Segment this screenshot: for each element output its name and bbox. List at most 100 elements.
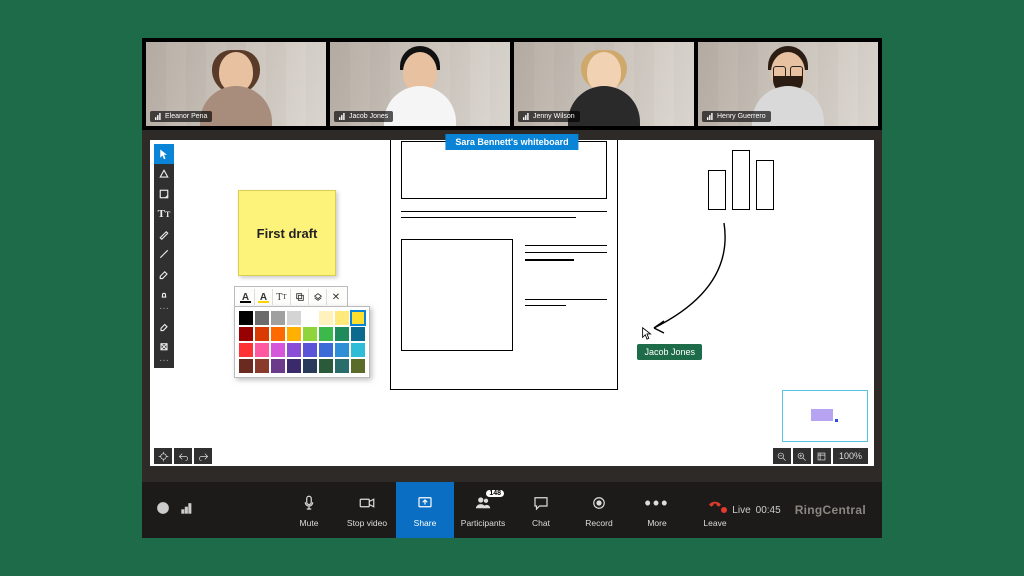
record-button[interactable]: Record [570, 482, 628, 538]
control-label: Share [414, 518, 437, 528]
info-icon[interactable] [156, 501, 170, 520]
color-swatch[interactable] [271, 327, 285, 341]
tool-rail-more[interactable]: ··· [154, 356, 174, 368]
arrow-sketch[interactable] [634, 218, 744, 338]
recenter-button[interactable] [154, 448, 172, 464]
mute-button[interactable]: Mute [280, 482, 338, 538]
control-label: Chat [532, 518, 550, 528]
text-color-button[interactable]: A [237, 289, 255, 305]
font-size-button[interactable]: TT [273, 289, 291, 305]
color-swatch[interactable] [335, 343, 349, 357]
color-swatch[interactable] [351, 327, 365, 341]
wireframe-document[interactable] [390, 140, 618, 390]
layer-button[interactable] [309, 289, 327, 305]
color-swatch[interactable] [271, 359, 285, 373]
stamp-tool[interactable] [154, 284, 174, 304]
color-swatch[interactable] [255, 343, 269, 357]
bar-chart-sketch[interactable] [708, 146, 774, 210]
highlighter-tool[interactable] [154, 264, 174, 284]
color-swatch[interactable] [303, 327, 317, 341]
color-swatch[interactable] [351, 311, 365, 325]
color-swatch[interactable] [319, 359, 333, 373]
zoom-fit-button[interactable] [813, 448, 831, 464]
remote-cursor [640, 326, 654, 345]
participant-nameplate: Henry Guerrero [702, 111, 771, 122]
color-swatch[interactable] [319, 311, 333, 325]
color-swatch[interactable] [287, 311, 301, 325]
redo-button[interactable] [194, 448, 212, 464]
signal-icon [155, 113, 162, 120]
color-swatch[interactable] [319, 327, 333, 341]
participants-count-badge: 148 [486, 490, 504, 497]
stop-video-button[interactable]: Stop video [338, 482, 396, 538]
color-swatch[interactable] [271, 343, 285, 357]
chat-button[interactable]: Chat [512, 482, 570, 538]
zoom-in-button[interactable] [793, 448, 811, 464]
color-swatch[interactable] [319, 343, 333, 357]
control-label: Leave [703, 518, 726, 528]
signal-icon [707, 113, 714, 120]
color-swatch[interactable] [287, 343, 301, 357]
participant-nameplate: Jenny Wilson [518, 111, 580, 122]
participants-button[interactable]: 148 Participants [454, 482, 512, 538]
zoom-level[interactable]: 100% [833, 448, 868, 464]
color-swatch[interactable] [303, 359, 317, 373]
signal-icon [523, 113, 530, 120]
control-label: Stop video [347, 518, 387, 528]
control-label: More [647, 518, 666, 528]
control-label: Participants [461, 518, 505, 528]
shape-tool[interactable] [154, 164, 174, 184]
text-tool[interactable]: TT [154, 204, 174, 224]
color-swatch[interactable] [239, 327, 253, 341]
color-swatch[interactable] [287, 327, 301, 341]
participant-tile[interactable]: Henry Guerrero [698, 42, 878, 126]
leave-button[interactable]: Leave [686, 482, 744, 538]
color-swatch[interactable] [335, 359, 349, 373]
highlight-color-button[interactable]: A [255, 289, 273, 305]
color-swatch[interactable] [351, 359, 365, 373]
copy-button[interactable] [291, 289, 309, 305]
sticky-tool[interactable] [154, 184, 174, 204]
participant-tile[interactable]: Jacob Jones [330, 42, 510, 126]
color-swatch[interactable] [255, 359, 269, 373]
color-swatch[interactable] [239, 343, 253, 357]
color-swatch[interactable] [335, 311, 349, 325]
signal-icon[interactable] [180, 501, 194, 520]
live-time: 00:45 [756, 505, 781, 516]
eraser-tool[interactable] [154, 316, 174, 336]
tool-rail-separator: ··· [154, 304, 174, 316]
color-swatch[interactable] [335, 327, 349, 341]
remote-cursor-label: Jacob Jones [637, 344, 702, 360]
color-swatch[interactable] [239, 311, 253, 325]
line-tool[interactable] [154, 244, 174, 264]
brand-logo: RingCentral [795, 503, 866, 517]
sticky-note[interactable]: First draft [238, 190, 336, 276]
color-swatch[interactable] [255, 327, 269, 341]
whiteboard-canvas[interactable]: TT ··· ··· First draft A [150, 140, 874, 466]
select-tool[interactable] [154, 144, 174, 164]
color-swatch[interactable] [239, 359, 253, 373]
delete-button[interactable]: ✕ [327, 289, 345, 305]
color-swatch[interactable] [271, 311, 285, 325]
format-toolbar: A A TT ✕ [234, 286, 348, 308]
color-swatch[interactable] [303, 343, 317, 357]
participant-tile[interactable]: Jenny Wilson [514, 42, 694, 126]
minimap[interactable] [782, 390, 868, 442]
more-button[interactable]: ••• More [628, 482, 686, 538]
participant-tile[interactable]: Eleanor Pena [146, 42, 326, 126]
color-swatch-panel [234, 306, 370, 378]
app-window: Eleanor Pena Jacob Jones Jenny Wilson He… [142, 38, 882, 538]
clear-tool[interactable] [154, 336, 174, 356]
share-button[interactable]: Share [396, 482, 454, 538]
color-swatch[interactable] [303, 311, 317, 325]
zoom-controls: 100% [773, 448, 868, 464]
whiteboard-stage: TT ··· ··· First draft A [142, 130, 882, 482]
color-swatch[interactable] [287, 359, 301, 373]
participant-nameplate: Eleanor Pena [150, 111, 212, 122]
undo-button[interactable] [174, 448, 192, 464]
participant-nameplate: Jacob Jones [334, 111, 393, 122]
color-swatch[interactable] [351, 343, 365, 357]
pen-tool[interactable] [154, 224, 174, 244]
zoom-out-button[interactable] [773, 448, 791, 464]
color-swatch[interactable] [255, 311, 269, 325]
